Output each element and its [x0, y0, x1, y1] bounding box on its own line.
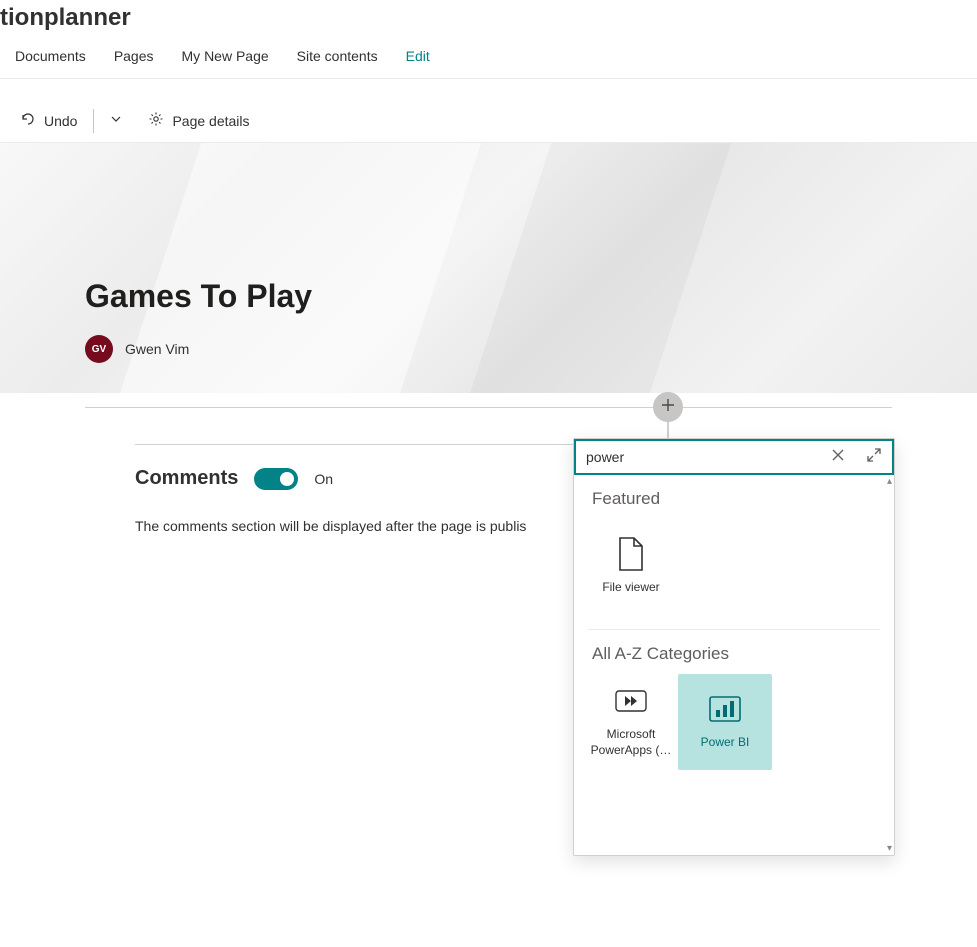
search-input[interactable] [576, 441, 820, 473]
page-details-label: Page details [172, 113, 249, 129]
file-icon [615, 538, 647, 570]
page-title[interactable]: Games To Play [85, 278, 312, 315]
page-author: GV Gwen Vim [85, 335, 312, 363]
tile-powerbi[interactable]: Power BI [678, 674, 772, 770]
expand-picker-button[interactable] [856, 441, 892, 473]
picker-all-grid: Microsoft PowerApps (… Power BI [574, 674, 894, 784]
section-divider-1 [85, 407, 892, 408]
page-toolbar: Undo Page details [0, 99, 977, 143]
site-nav: Documents Pages My New Page Site content… [0, 40, 977, 79]
add-webpart-button[interactable] [653, 392, 683, 422]
tile-label: Power BI [701, 735, 750, 751]
undo-dropdown[interactable] [102, 106, 130, 136]
toolbar-divider [93, 109, 94, 133]
picker-featured-grid: File viewer [574, 519, 894, 629]
webpart-picker: ▴ Featured File viewer All A-Z Categorie… [573, 438, 895, 856]
plus-icon [661, 398, 675, 417]
scroll-down-icon: ▾ [887, 843, 892, 854]
gear-icon [148, 111, 164, 130]
tile-label: File viewer [602, 580, 659, 596]
avatar: GV [85, 335, 113, 363]
close-icon [831, 448, 845, 467]
author-name: Gwen Vim [125, 341, 189, 357]
picker-featured-title: Featured [574, 475, 894, 519]
tile-powerapps[interactable]: Microsoft PowerApps (… [584, 674, 678, 770]
nav-edit[interactable]: Edit [406, 48, 430, 64]
clear-search-button[interactable] [820, 441, 856, 473]
picker-search-row [574, 439, 894, 475]
tile-file-viewer[interactable]: File viewer [584, 519, 678, 615]
comments-toggle-state: On [314, 471, 333, 487]
toggle-knob [280, 472, 294, 486]
undo-button[interactable]: Undo [12, 105, 85, 136]
nav-site-contents[interactable]: Site contents [297, 48, 378, 64]
nav-my-new-page[interactable]: My New Page [182, 48, 269, 64]
nav-pages[interactable]: Pages [114, 48, 154, 64]
expand-icon [867, 448, 881, 467]
site-title: tionplanner [0, 0, 977, 40]
picker-body[interactable]: ▴ Featured File viewer All A-Z Categorie… [574, 475, 894, 855]
undo-icon [20, 111, 36, 130]
comments-toggle[interactable] [254, 468, 298, 490]
nav-documents[interactable]: Documents [15, 48, 86, 64]
tile-label: Microsoft PowerApps (… [588, 727, 674, 758]
comments-label: Comments [135, 467, 238, 490]
page-details-button[interactable]: Page details [140, 105, 257, 136]
powerbi-icon [709, 693, 741, 725]
page-hero: Games To Play GV Gwen Vim [0, 143, 977, 393]
powerapps-icon [615, 685, 647, 717]
undo-label: Undo [44, 113, 77, 129]
chevron-down-icon [110, 112, 122, 129]
scroll-up-icon: ▴ [887, 476, 892, 487]
picker-all-title: All A-Z Categories [574, 630, 894, 674]
